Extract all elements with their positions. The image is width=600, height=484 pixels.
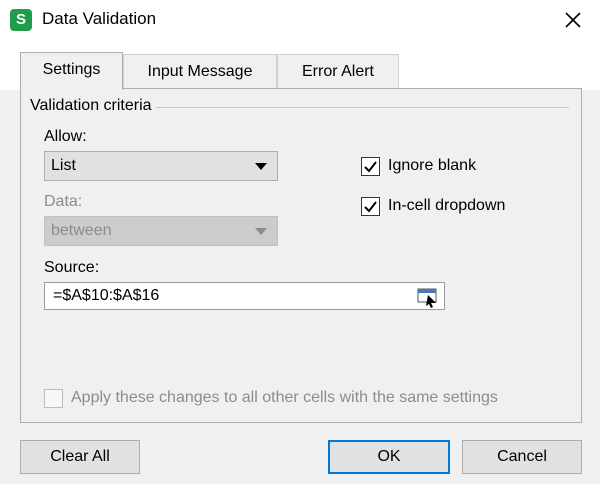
tab-error-alert[interactable]: Error Alert — [277, 54, 399, 88]
ok-button[interactable]: OK — [328, 440, 450, 474]
allow-label: Allow: — [44, 128, 87, 145]
source-value: =$A$10:$A$16 — [53, 287, 160, 304]
cancel-button[interactable]: Cancel — [462, 440, 582, 474]
title-bar: S Data Validation — [0, 0, 600, 40]
apply-all-label: Apply these changes to all other cells w… — [71, 389, 498, 406]
close-button[interactable] — [556, 4, 590, 36]
validation-criteria-title: Validation criteria — [30, 97, 156, 115]
range-select-icon — [417, 288, 437, 308]
range-select-button[interactable] — [412, 283, 444, 309]
chevron-down-icon — [255, 163, 267, 170]
data-label: Data: — [44, 193, 83, 210]
checkmark-icon — [364, 161, 377, 173]
dialog-title: Data Validation — [42, 9, 157, 28]
allow-select[interactable]: List — [44, 151, 278, 181]
source-label: Source: — [44, 259, 100, 276]
allow-value: List — [51, 157, 76, 174]
checkmark-icon — [364, 201, 377, 213]
chevron-down-icon — [255, 228, 267, 235]
apply-all-checkbox — [44, 389, 63, 408]
tab-input-message[interactable]: Input Message — [123, 54, 277, 88]
ignore-blank-label: Ignore blank — [388, 157, 477, 174]
data-validation-dialog: S Data Validation Settings Input Message… — [0, 0, 600, 484]
ignore-blank-checkbox[interactable] — [361, 157, 380, 176]
settings-panel — [20, 88, 582, 423]
source-input[interactable]: =$A$10:$A$16 — [44, 282, 445, 310]
in-cell-dropdown-label: In-cell dropdown — [388, 197, 506, 214]
data-select: between — [44, 216, 278, 246]
app-icon: S — [10, 9, 32, 31]
clear-all-button[interactable]: Clear All — [20, 440, 140, 474]
tab-settings[interactable]: Settings — [20, 52, 123, 90]
data-value: between — [51, 222, 112, 239]
in-cell-dropdown-checkbox[interactable] — [361, 197, 380, 216]
close-icon — [565, 12, 581, 28]
